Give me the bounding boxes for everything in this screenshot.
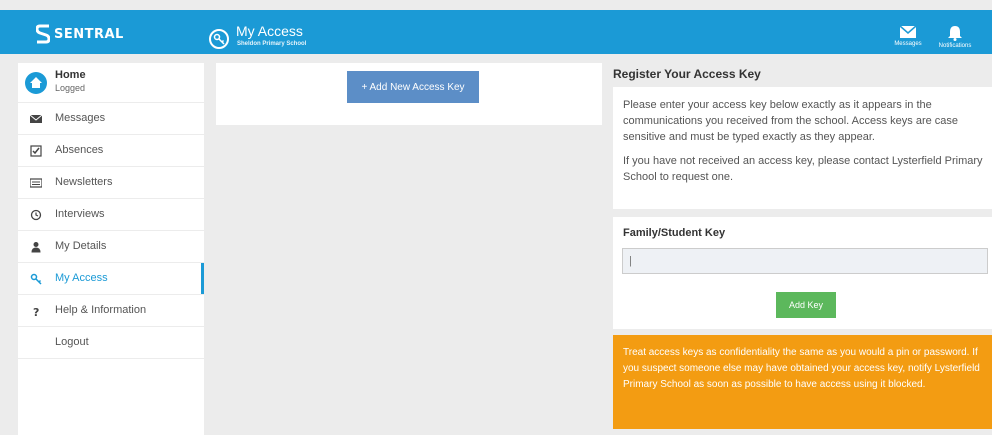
page-title: My Access [236, 23, 303, 39]
sentral-logo[interactable]: SENTRAL [35, 24, 124, 44]
notifications-label: Notifications [938, 43, 972, 49]
svg-text:?: ? [33, 306, 39, 317]
sidebar-item-my-access[interactable]: My Access [18, 263, 204, 295]
key-form: Family/Student Key Add Key [613, 217, 992, 329]
sidebar-item-help[interactable]: ? Help & Information [18, 295, 204, 327]
sidebar-item-interviews[interactable]: Interviews [18, 199, 204, 231]
active-indicator [201, 263, 204, 294]
home-status: Logged [55, 83, 86, 93]
newspaper-icon [30, 178, 42, 188]
add-key-button[interactable]: Add Key [776, 292, 836, 318]
key-icon [209, 29, 229, 49]
clock-icon [30, 209, 42, 221]
sidebar-item-home[interactable]: Home Logged [18, 63, 204, 103]
add-new-access-key-button[interactable]: + Add New Access Key [347, 71, 479, 103]
sidebar-item-label: My Access [55, 272, 108, 284]
sidebar-item-label: Messages [55, 112, 106, 124]
sidebar-item-newsletters[interactable]: Newsletters [18, 167, 204, 199]
family-student-key-input[interactable] [622, 248, 988, 274]
info-text-1: Please enter your access key below exact… [623, 99, 959, 143]
sidebar-item-my-details[interactable]: My Details [18, 231, 204, 263]
warning-alert: Treat access keys as confidentiality the… [613, 335, 992, 429]
school-name: Sheldon Primary School [237, 41, 307, 47]
logo-mark-icon [35, 24, 51, 44]
access-keys-panel: + Add New Access Key [216, 63, 602, 125]
sidebar: Home Logged Messages Absences Newsletter… [18, 63, 204, 435]
warning-text: Treat access keys as confidentiality the… [623, 347, 980, 390]
sidebar-item-label: Logout [55, 336, 89, 348]
bell-icon [948, 26, 962, 41]
messages-label: Messages [894, 41, 922, 47]
brand-name: SENTRAL [54, 26, 124, 42]
sidebar-item-label: My Details [55, 240, 107, 252]
home-icon [25, 72, 47, 94]
sidebar-item-label: Interviews [55, 208, 105, 220]
notifications-button[interactable]: Notifications [936, 25, 974, 49]
info-card: Please enter your access key below exact… [613, 87, 992, 209]
top-bar: SENTRAL My Access Sheldon Primary School… [0, 10, 992, 54]
key-icon [30, 273, 42, 285]
envelope-icon [899, 25, 917, 38]
register-title: Register Your Access Key [613, 67, 761, 81]
sidebar-item-label: Absences [55, 144, 104, 156]
messages-button[interactable]: Messages [889, 25, 927, 47]
question-icon: ? [33, 306, 39, 317]
checklist-icon [30, 145, 42, 157]
user-icon [31, 242, 41, 253]
envelope-icon [30, 114, 42, 123]
sidebar-item-logout[interactable]: Logout [18, 327, 204, 359]
sidebar-item-messages[interactable]: Messages [18, 103, 204, 135]
key-field-label: Family/Student Key [623, 227, 726, 239]
sidebar-item-label: Help & Information [55, 304, 147, 316]
sidebar-item-absences[interactable]: Absences [18, 135, 204, 167]
info-text-2: If you have not received an access key, … [623, 155, 983, 183]
sidebar-item-label: Newsletters [55, 176, 113, 188]
home-title: Home [55, 69, 86, 81]
